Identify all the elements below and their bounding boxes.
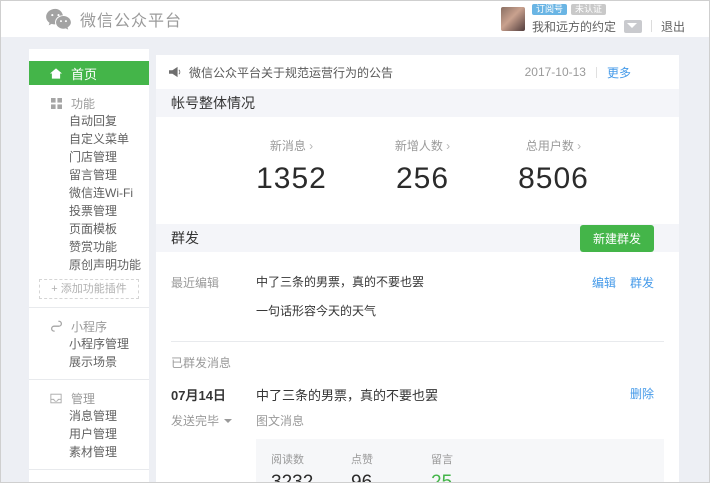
main-panel: 微信公众平台关于规范运营行为的公告 2017-10-13 更多 帐号整体情况 新… <box>156 55 679 483</box>
inbox-icon <box>49 393 63 404</box>
divider <box>171 341 664 342</box>
sidebar-item-custom-menu[interactable]: 自定义菜单 <box>29 130 149 148</box>
stat-total-users: 总用户数 8506 <box>488 137 619 196</box>
sidebar-item-material-mgmt[interactable]: 素材管理 <box>29 443 149 461</box>
sidebar-item-vote-mgmt[interactable]: 投票管理 <box>29 202 149 220</box>
message-stats-box: 阅读数 3232 点赞 96 留言 25 <box>256 439 664 483</box>
sidebar-item-message-mgmt[interactable]: 消息管理 <box>29 407 149 425</box>
sidebar-section-label: 小程序 <box>29 317 149 335</box>
sidebar-section-label: 管理 <box>29 389 149 407</box>
sidebar-section-label: 功能 <box>29 94 149 112</box>
sent-messages-label: 已群发消息 <box>171 354 679 371</box>
page-body: 首页 功能 自动回复 自定义菜单 门店管理 留言管理 微信连Wi-Fi 投票管理… <box>1 37 709 483</box>
sidebar-item-display-scene[interactable]: 展示场景 <box>29 353 149 371</box>
broadcast-link[interactable]: 群发 <box>630 274 654 319</box>
divider <box>29 379 149 380</box>
broadcast-title: 群发 <box>171 228 199 248</box>
sidebar-item-home[interactable]: 首页 <box>29 61 149 85</box>
divider <box>29 307 149 308</box>
announcement-megaphone-icon <box>168 66 182 78</box>
logout-link[interactable]: 退出 <box>661 18 685 35</box>
sidebar-item-store-mgmt[interactable]: 门店管理 <box>29 148 149 166</box>
divider <box>29 469 149 470</box>
delete-link[interactable]: 删除 <box>630 385 654 429</box>
user-info: 订阅号 未认证 我和远方的约定 退出 <box>501 4 685 35</box>
announcement-bar: 微信公众平台关于规范运营行为的公告 2017-10-13 更多 <box>156 55 679 89</box>
announcement-date: 2017-10-13 <box>525 65 586 79</box>
add-plugin-button[interactable]: + 添加功能插件 <box>39 279 139 299</box>
top-bar: 微信公众平台 订阅号 未认证 我和远方的约定 退出 <box>1 1 709 37</box>
sidebar-item-original[interactable]: 原创声明功能 <box>29 256 149 274</box>
sidebar-section-miniprogram: 小程序 小程序管理 展示场景 <box>29 317 149 371</box>
broadcast-section-header: 群发 新建群发 <box>156 224 679 252</box>
recent-edit-label: 最近编辑 <box>171 274 256 319</box>
miniprogram-icon <box>49 320 63 332</box>
sidebar-item-auto-reply[interactable]: 自动回复 <box>29 112 149 130</box>
draft-title[interactable]: 一句话形容今天的天气 <box>256 303 592 319</box>
stat-new-messages: 新消息 1352 <box>226 137 357 196</box>
wechat-logo: 微信公众平台 <box>45 7 182 31</box>
avatar[interactable] <box>501 7 525 31</box>
stat-label-link[interactable]: 总用户数 <box>488 137 619 154</box>
stat-new-followers: 新增人数 256 <box>357 137 488 196</box>
sidebar-section-label: 推广 <box>29 479 149 483</box>
sidebar-item-user-mgmt[interactable]: 用户管理 <box>29 425 149 443</box>
chevron-down-icon <box>224 419 232 423</box>
home-icon <box>49 68 63 79</box>
sidebar-item-reward[interactable]: 赞赏功能 <box>29 238 149 256</box>
divider <box>651 20 652 32</box>
draft-title[interactable]: 中了三条的男票，真的不要也罢 <box>256 274 592 290</box>
new-broadcast-button[interactable]: 新建群发 <box>580 225 654 252</box>
stat-comments: 留言 25 <box>431 451 511 483</box>
sidebar-item-wifi[interactable]: 微信连Wi-Fi <box>29 184 149 202</box>
platform-title: 微信公众平台 <box>80 7 182 31</box>
mail-icon[interactable] <box>624 20 642 33</box>
sent-message-title[interactable]: 中了三条的男票，真的不要也罢 <box>256 385 630 404</box>
sidebar-section-management: 管理 消息管理 用户管理 素材管理 <box>29 389 149 461</box>
verification-badge: 未认证 <box>571 4 606 15</box>
overview-title: 帐号整体情况 <box>171 93 255 113</box>
sidebar-section-promotion: 推广 广告主 <box>29 479 149 483</box>
sent-message-row: 07月14日 发送完毕 中了三条的男票，真的不要也罢 图文消息 删除 <box>156 371 679 429</box>
sent-date: 07月14日 <box>171 385 256 404</box>
stat-value: 8506 <box>488 162 619 196</box>
sidebar-item-comment-mgmt[interactable]: 留言管理 <box>29 166 149 184</box>
wechat-icon <box>45 8 72 31</box>
account-name: 我和远方的约定 <box>532 18 616 35</box>
sidebar-item-miniprogram-mgmt[interactable]: 小程序管理 <box>29 335 149 353</box>
send-status-dropdown[interactable]: 发送完毕 <box>171 412 256 429</box>
stat-label-link[interactable]: 新消息 <box>226 137 357 154</box>
divider <box>596 67 597 78</box>
stat-reads: 阅读数 3232 <box>271 451 351 483</box>
sidebar: 首页 功能 自动回复 自定义菜单 门店管理 留言管理 微信连Wi-Fi 投票管理… <box>29 49 149 483</box>
stat-label-link[interactable]: 新增人数 <box>357 137 488 154</box>
overview-section-header: 帐号整体情况 <box>156 89 679 117</box>
more-link[interactable]: 更多 <box>607 64 631 81</box>
app-window: 微信公众平台 订阅号 未认证 我和远方的约定 退出 <box>0 0 710 483</box>
announcement-link[interactable]: 微信公众平台关于规范运营行为的公告 <box>189 64 393 81</box>
grid-icon <box>49 98 63 109</box>
sidebar-section-features: 功能 自动回复 自定义菜单 门店管理 留言管理 微信连Wi-Fi 投票管理 页面… <box>29 94 149 299</box>
edit-link[interactable]: 编辑 <box>592 274 616 319</box>
overview-stats: 新消息 1352 新增人数 256 总用户数 8506 <box>156 117 679 212</box>
account-type-badge: 订阅号 <box>532 4 567 15</box>
sent-message-type: 图文消息 <box>256 412 630 429</box>
stat-value: 256 <box>357 162 488 196</box>
sidebar-item-page-template[interactable]: 页面模板 <box>29 220 149 238</box>
recent-edit-block: 最近编辑 中了三条的男票，真的不要也罢 一句话形容今天的天气 编辑 群发 <box>156 252 679 319</box>
stat-value: 1352 <box>226 162 357 196</box>
stat-likes: 点赞 96 <box>351 451 431 483</box>
